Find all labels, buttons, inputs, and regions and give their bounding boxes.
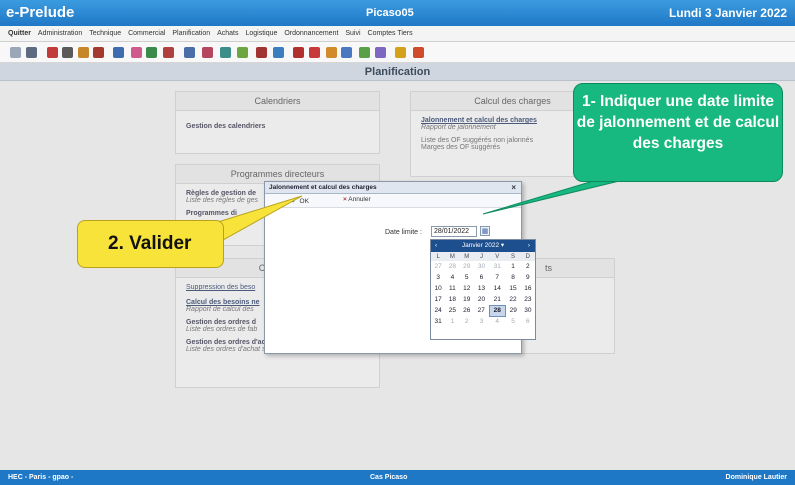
status-center: Cas Picaso [370, 474, 408, 481]
status-bar: HEC - Paris - gpao - Cas Picaso Dominiqu… [0, 470, 795, 485]
status-left: HEC - Paris - gpao - [8, 474, 74, 481]
instruction-callout-2: 2. Valider [77, 220, 224, 268]
instruction-callout-1: 1- Indiquer une date limite de jalonneme… [573, 83, 783, 182]
app-frame: e-Prelude Picaso05 Lundi 3 Janvier 2022 … [0, 0, 795, 470]
status-user: Dominique Lautier [725, 474, 787, 481]
